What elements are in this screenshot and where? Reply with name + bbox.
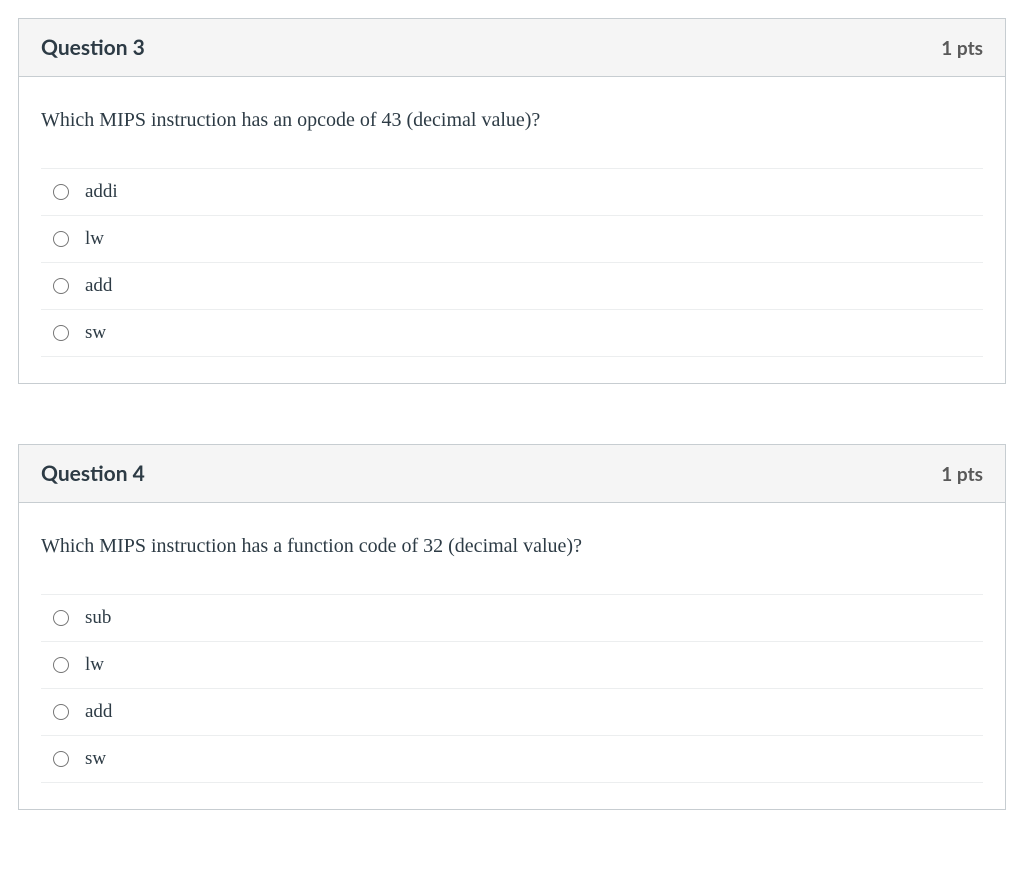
answer-label: sub bbox=[85, 607, 111, 629]
question-title: Question 3 bbox=[41, 35, 145, 60]
question-title: Question 4 bbox=[41, 461, 145, 486]
answer-label: sw bbox=[85, 322, 106, 344]
answer-option[interactable]: sub bbox=[41, 595, 983, 642]
answer-label: add bbox=[85, 275, 112, 297]
quiz-page: Question 3 1 pts Which MIPS instruction … bbox=[0, 0, 1024, 840]
question-body: Which MIPS instruction has a function co… bbox=[19, 503, 1005, 809]
question-header: Question 3 1 pts bbox=[19, 19, 1005, 77]
answer-option[interactable]: add bbox=[41, 689, 983, 736]
answer-label: sw bbox=[85, 748, 106, 770]
answer-option[interactable]: sw bbox=[41, 310, 983, 357]
question-prompt: Which MIPS instruction has an opcode of … bbox=[41, 107, 983, 134]
question-card-4: Question 4 1 pts Which MIPS instruction … bbox=[18, 444, 1006, 810]
answer-label: add bbox=[85, 701, 112, 723]
answer-radio[interactable] bbox=[53, 657, 69, 673]
answer-list: sub lw add sw bbox=[41, 594, 983, 783]
answer-radio[interactable] bbox=[53, 610, 69, 626]
answer-label: lw bbox=[85, 654, 104, 676]
question-header: Question 4 1 pts bbox=[19, 445, 1005, 503]
question-points: 1 pts bbox=[941, 463, 983, 486]
question-points: 1 pts bbox=[941, 37, 983, 60]
answer-option[interactable]: lw bbox=[41, 642, 983, 689]
answer-radio[interactable] bbox=[53, 278, 69, 294]
answer-option[interactable]: lw bbox=[41, 216, 983, 263]
answer-radio[interactable] bbox=[53, 184, 69, 200]
answer-option[interactable]: add bbox=[41, 263, 983, 310]
answer-option[interactable]: sw bbox=[41, 736, 983, 783]
question-card-3: Question 3 1 pts Which MIPS instruction … bbox=[18, 18, 1006, 384]
answer-list: addi lw add sw bbox=[41, 168, 983, 357]
question-prompt: Which MIPS instruction has a function co… bbox=[41, 533, 983, 560]
answer-label: addi bbox=[85, 181, 118, 203]
answer-radio[interactable] bbox=[53, 704, 69, 720]
question-body: Which MIPS instruction has an opcode of … bbox=[19, 77, 1005, 383]
answer-radio[interactable] bbox=[53, 751, 69, 767]
answer-radio[interactable] bbox=[53, 325, 69, 341]
answer-radio[interactable] bbox=[53, 231, 69, 247]
answer-label: lw bbox=[85, 228, 104, 250]
answer-option[interactable]: addi bbox=[41, 169, 983, 216]
